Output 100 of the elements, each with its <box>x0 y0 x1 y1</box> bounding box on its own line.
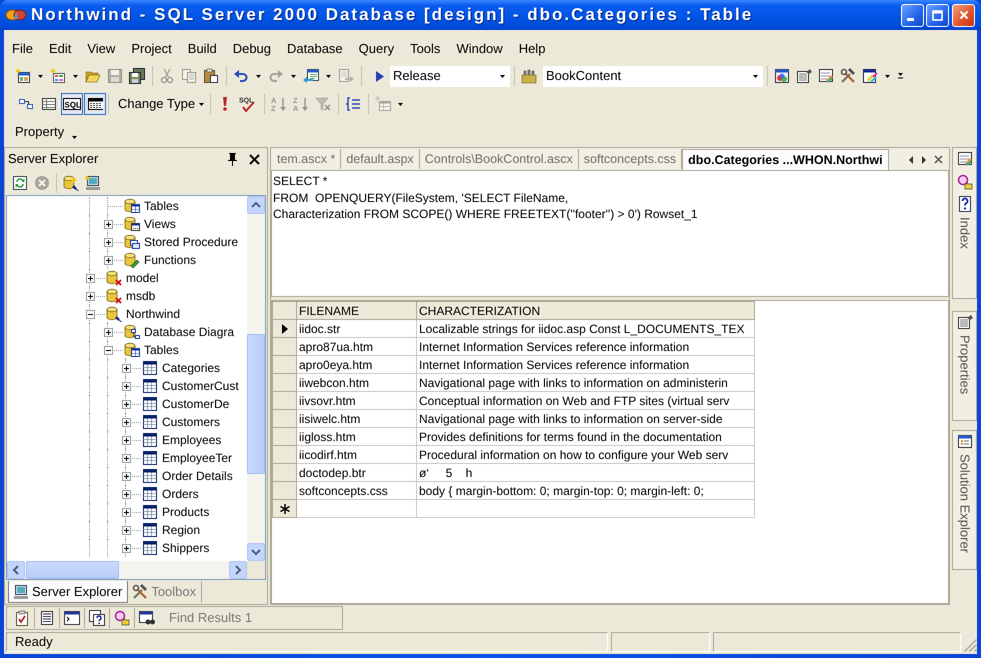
vertical-scrollbar[interactable] <box>247 196 265 561</box>
menu-item[interactable]: File <box>4 36 41 62</box>
expand-icon[interactable] <box>122 472 130 480</box>
horizontal-scrollbar[interactable] <box>7 561 247 579</box>
table-cell[interactable] <box>416 500 754 518</box>
property-sheet-icon[interactable] <box>796 68 812 84</box>
tool-window-tab[interactable]: Find Results 1 <box>169 610 252 626</box>
expand-icon[interactable] <box>122 400 130 408</box>
configuration-dropdown[interactable]: Release <box>390 66 510 86</box>
expand-icon[interactable] <box>86 274 94 282</box>
play-icon[interactable] <box>376 70 384 82</box>
magnifier-icon[interactable] <box>114 610 130 626</box>
console-window-icon[interactable] <box>64 610 80 626</box>
tree-item[interactable]: model <box>125 270 160 286</box>
scroll-right-icon[interactable] <box>921 156 927 164</box>
tree-item[interactable]: Orders <box>161 486 200 502</box>
document-tab[interactable]: tem.ascx * <box>272 149 342 169</box>
tree-item[interactable]: CustomerDe <box>161 396 230 412</box>
column-header[interactable]: FILENAME <box>296 302 416 320</box>
toolbar-options-icon[interactable] <box>898 73 903 79</box>
expand-icon[interactable] <box>104 220 112 228</box>
window-arrow-icon[interactable] <box>303 68 319 84</box>
document-lines-icon[interactable] <box>39 610 55 626</box>
tree-item[interactable]: Region <box>161 522 202 538</box>
caret-icon[interactable] <box>326 74 331 78</box>
window-binoculars-icon[interactable] <box>139 610 155 626</box>
tree-item[interactable]: msdb <box>125 288 156 304</box>
expand-icon[interactable] <box>122 364 130 372</box>
expand-icon[interactable] <box>122 454 130 462</box>
tree-item[interactable]: Customers <box>161 414 222 430</box>
tree-item[interactable]: Tables <box>143 342 180 358</box>
group-by-icon[interactable] <box>345 96 362 112</box>
close-button[interactable] <box>952 4 975 26</box>
add-item-icon[interactable] <box>50 68 66 84</box>
caret-icon[interactable] <box>885 74 890 78</box>
tree-item[interactable]: Functions <box>143 252 198 268</box>
dock-tab[interactable]: Properties <box>956 314 972 394</box>
expand-icon[interactable] <box>104 328 112 336</box>
dock-tab[interactable]: Solution Explorer <box>956 433 972 553</box>
window-markers-icon[interactable] <box>862 68 878 84</box>
change-type-dropdown[interactable]: Change Type <box>115 96 210 112</box>
close-icon[interactable] <box>934 155 943 164</box>
hammer-wrench-icon[interactable] <box>840 68 856 84</box>
expand-icon[interactable] <box>104 238 112 246</box>
tree-item[interactable]: Categories <box>161 360 222 376</box>
tree-item[interactable]: Tables <box>143 198 180 214</box>
caret-icon[interactable] <box>256 74 261 78</box>
expand-icon[interactable] <box>122 418 130 426</box>
document-tab[interactable]: Controls\BookControl.ascx <box>420 149 579 169</box>
table-cell[interactable] <box>296 500 416 518</box>
results-pane-button[interactable] <box>84 93 106 115</box>
menu-item[interactable]: Debug <box>224 36 280 62</box>
expand-icon[interactable] <box>122 508 130 516</box>
window-question-icon[interactable] <box>89 610 105 626</box>
caret-icon[interactable] <box>199 102 204 106</box>
tree-item[interactable]: Database Diagra <box>143 324 236 340</box>
panel-tab[interactable]: Server Explorer <box>8 581 128 603</box>
row-selector[interactable] <box>272 500 296 518</box>
collapse-icon[interactable] <box>104 346 112 354</box>
document-tab[interactable]: dbo.Categories ...WHON.Northwi <box>682 149 889 170</box>
menu-item[interactable]: Database <box>279 36 351 62</box>
menu-item[interactable]: Help <box>510 36 554 62</box>
caret-icon[interactable] <box>398 102 404 106</box>
tree-item[interactable]: Shippers <box>161 540 210 556</box>
magnifier-icon[interactable] <box>956 174 972 190</box>
tree-item[interactable]: CustomerCust <box>161 378 240 394</box>
tree-item[interactable]: Views <box>143 216 177 232</box>
scroll-thumb[interactable] <box>247 334 265 474</box>
menu-item[interactable]: Build <box>180 36 225 62</box>
tree-item[interactable]: Order Details <box>161 468 234 484</box>
row-selector[interactable] <box>272 320 296 338</box>
expand-icon[interactable] <box>86 292 94 300</box>
resize-grip-icon[interactable] <box>964 639 977 652</box>
tree-item[interactable]: Employees <box>161 432 222 448</box>
menu-item[interactable]: Project <box>123 36 180 62</box>
pin-icon[interactable] <box>226 152 239 166</box>
new-project-icon[interactable] <box>15 68 31 84</box>
menu-item[interactable]: View <box>79 36 124 62</box>
server-icon[interactable] <box>85 174 101 190</box>
floppy-disks-icon[interactable] <box>129 68 145 84</box>
tree-item[interactable]: Stored Procedure <box>143 234 240 250</box>
scroll-left-icon[interactable] <box>908 156 914 164</box>
document-tab[interactable]: default.aspx <box>341 149 420 169</box>
minimize-button[interactable] <box>901 4 924 26</box>
close-icon[interactable] <box>248 152 261 166</box>
expand-icon[interactable] <box>122 490 130 498</box>
caret-icon[interactable] <box>291 74 296 78</box>
refresh-icon[interactable] <box>12 174 28 190</box>
caret-icon[interactable] <box>72 136 78 139</box>
tree-item[interactable]: Products <box>161 504 210 520</box>
caret-icon[interactable] <box>753 74 758 78</box>
caret-icon[interactable] <box>500 74 505 78</box>
scroll-thumb[interactable] <box>26 561 119 579</box>
undo-icon[interactable] <box>233 68 249 84</box>
menu-item[interactable]: Query <box>350 36 402 62</box>
window-pencil-icon[interactable] <box>818 68 834 84</box>
caret-icon[interactable] <box>73 74 78 78</box>
caret-icon[interactable] <box>38 74 43 78</box>
window-pencil-icon[interactable] <box>956 151 972 167</box>
project-dropdown[interactable]: BookContent <box>543 66 763 86</box>
